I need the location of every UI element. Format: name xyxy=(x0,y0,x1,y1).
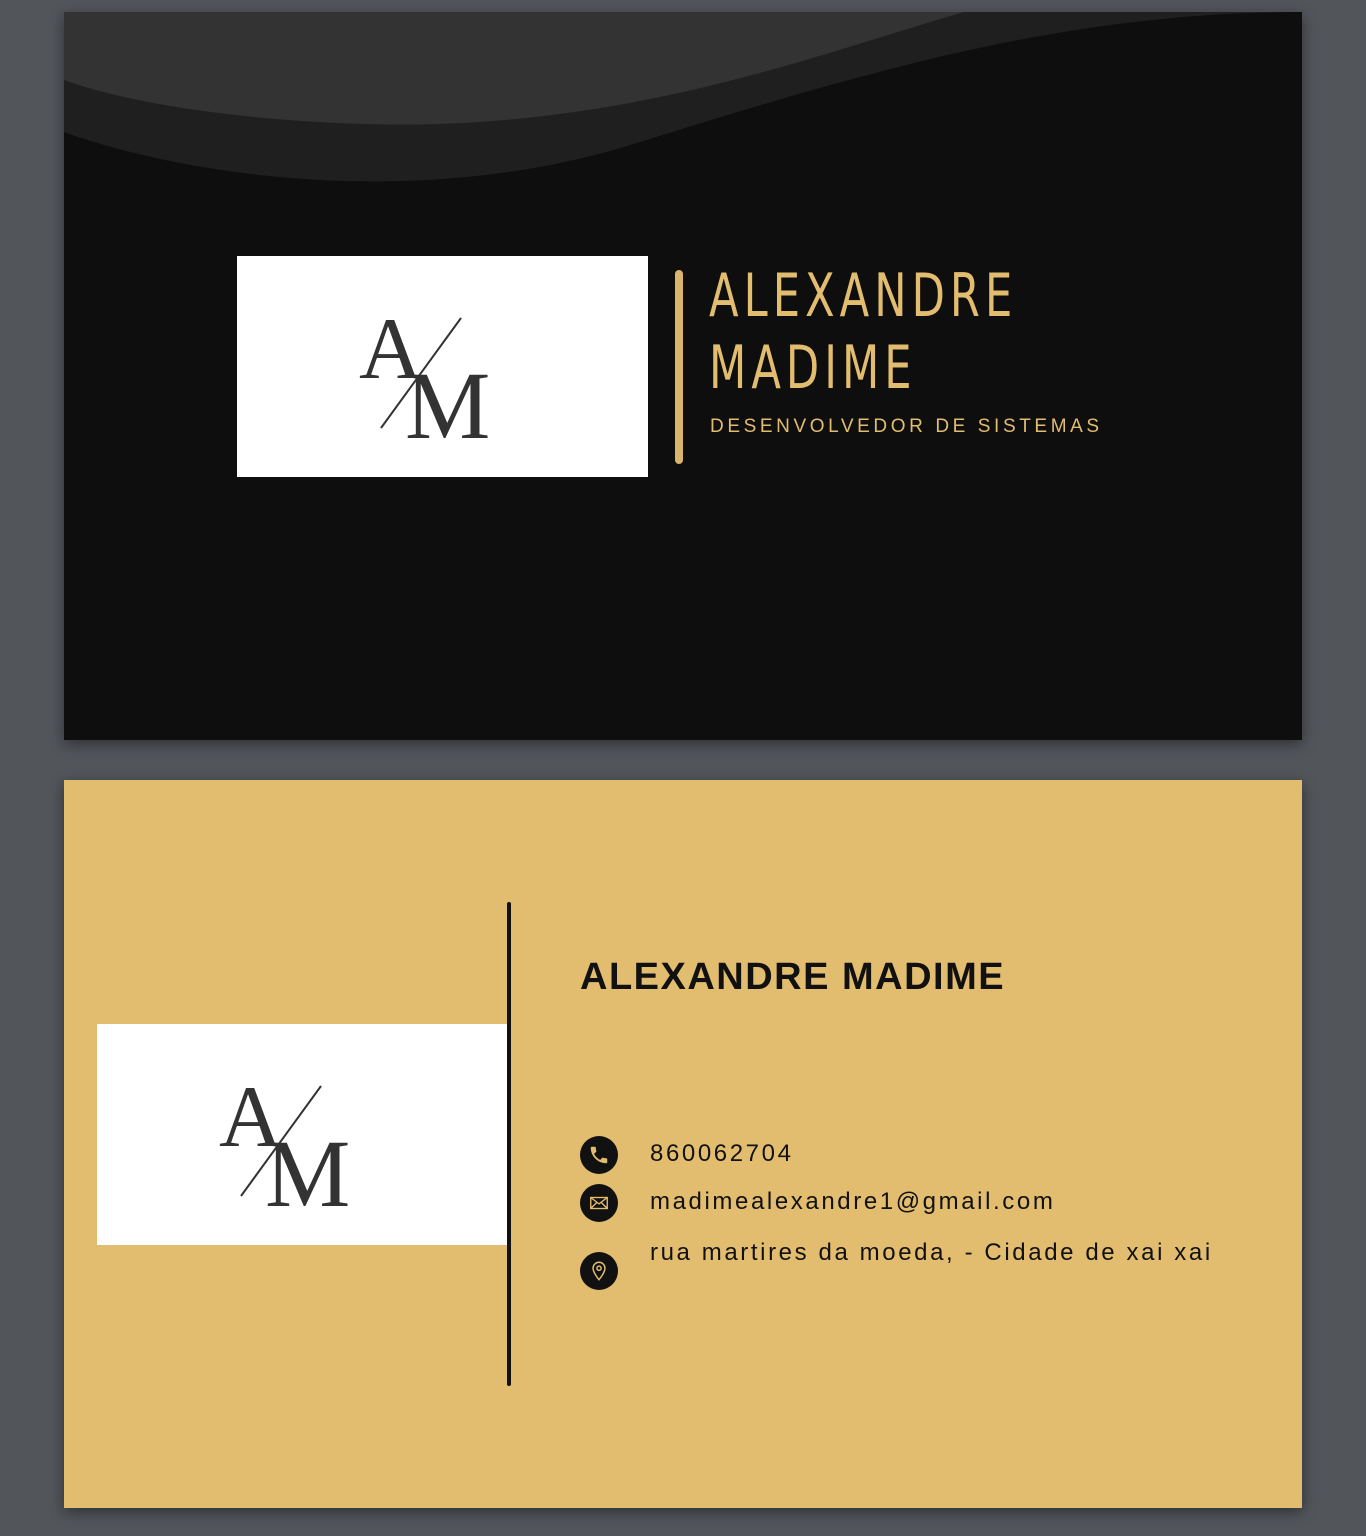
name-line-first: ALEXANDRE xyxy=(709,261,1018,331)
monogram-letter-m: M xyxy=(265,1120,350,1227)
monogram-logo: A M xyxy=(97,1024,508,1245)
monogram-letter-m: M xyxy=(405,352,490,459)
vertical-divider xyxy=(507,902,511,1386)
monogram-logo: A M xyxy=(237,256,648,477)
contact-phone: 860062704 xyxy=(580,1136,794,1174)
contact-address: rua martires da moeda, - Cidade de xai x… xyxy=(580,1236,1240,1290)
phone-number: 860062704 xyxy=(650,1140,794,1167)
back-name: ALEXANDRE MADIME xyxy=(580,956,1006,998)
business-card-back: A M ALEXANDRE MADIME 860062704 madimeale… xyxy=(64,780,1302,1508)
gold-divider xyxy=(675,270,683,464)
email-address: madimealexandre1@gmail.com xyxy=(650,1188,1056,1215)
street-address: rua martires da moeda, - Cidade de xai x… xyxy=(650,1239,1213,1266)
contact-email: madimealexandre1@gmail.com xyxy=(580,1184,1055,1222)
location-pin-icon xyxy=(580,1252,618,1290)
front-name: ALEXANDRE MADIME xyxy=(709,260,1017,404)
decorative-wave xyxy=(64,12,1302,182)
name-line-last: MADIME xyxy=(709,333,917,403)
business-card-front: A M ALEXANDRE MADIME DESENVOLVEDOR DE SI… xyxy=(64,12,1302,740)
email-icon xyxy=(580,1184,618,1222)
phone-icon xyxy=(580,1136,618,1174)
job-title: DESENVOLVEDOR DE SISTEMAS xyxy=(710,416,1103,437)
